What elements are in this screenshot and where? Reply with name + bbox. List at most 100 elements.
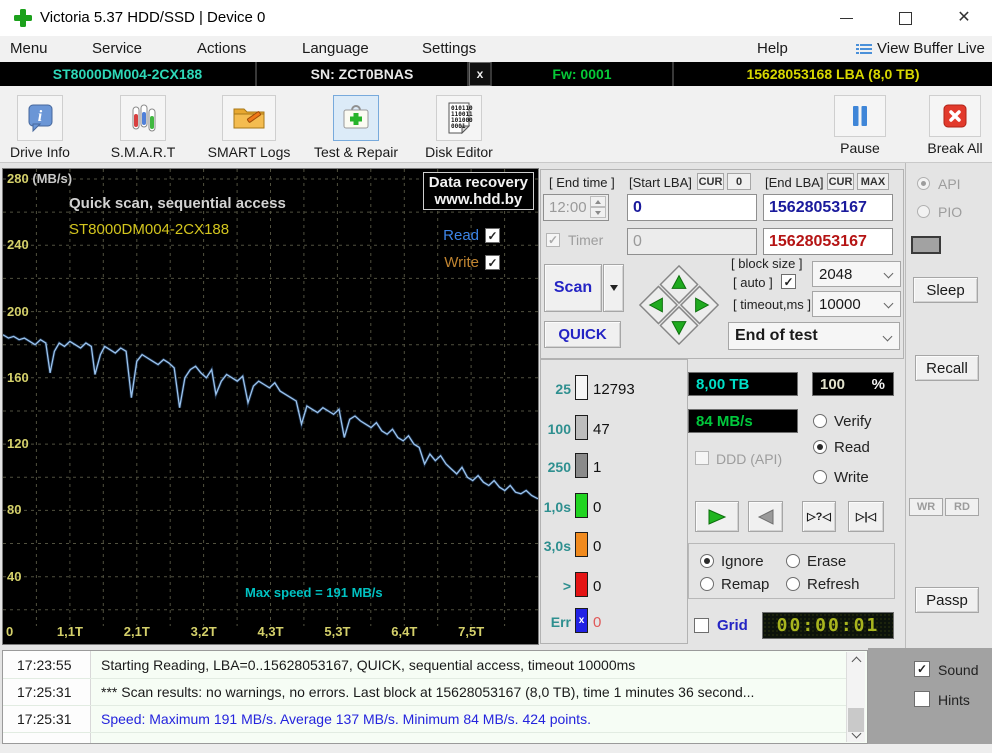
scroll-up-button[interactable] (847, 652, 865, 667)
scan-dropdown-button[interactable] (603, 264, 624, 312)
timeout-value: 10000 (819, 295, 861, 313)
seek-unknown-button[interactable]: ▷?◁ (802, 501, 836, 532)
close-button[interactable]: ✕ (938, 0, 990, 36)
recall-button[interactable]: Recall (915, 355, 979, 381)
verify-radio[interactable] (813, 414, 827, 428)
stat-label: 1,0s (543, 499, 571, 515)
menu-item-actions[interactable]: Actions (197, 40, 246, 57)
speed-display: 84 MB/s (688, 409, 798, 433)
remap-radio[interactable] (700, 577, 714, 591)
start-lba-label: [Start LBA] (629, 175, 692, 190)
device-model: ST8000DM004-2CX188 (0, 62, 257, 86)
scan-button[interactable]: Scan (544, 264, 602, 312)
erase-radio[interactable] (786, 554, 800, 568)
menu-item-menu[interactable]: Menu (10, 40, 48, 57)
quick-button[interactable]: QUICK (544, 321, 621, 348)
read-radio[interactable] (813, 440, 827, 454)
scroll-down-button[interactable] (847, 727, 865, 742)
api-radio[interactable] (917, 177, 930, 190)
device-serial: SN: ZCT0BNAS (257, 62, 469, 86)
read-checkbox[interactable]: ✓ (485, 228, 500, 243)
disk-editor-button[interactable]: 010110 110011 101000 0001 Disk Editor (422, 95, 496, 160)
dpad-control[interactable] (635, 261, 723, 349)
refresh-radio[interactable] (786, 577, 800, 591)
timeout-label: [ timeout,ms ] (733, 297, 812, 312)
log-row: 17:25:31 Speed: Maximum 191 MB/s. Averag… (3, 706, 847, 733)
menu-item-service[interactable]: Service (92, 40, 142, 57)
max-speed-note: Max speed = 191 MB/s (245, 585, 383, 600)
pio-radio[interactable] (917, 205, 930, 218)
smart-logs-label: SMART Logs (207, 144, 291, 160)
stat-swatch (575, 453, 588, 478)
block-size-select[interactable]: 2048 (812, 261, 901, 287)
stat-swatch: x (575, 608, 588, 633)
write-radio[interactable] (813, 470, 827, 484)
test-repair-label: Test & Repair (313, 144, 399, 160)
y-axis-tick: 120 (7, 436, 29, 452)
passp-button[interactable]: Passp (915, 587, 979, 613)
sound-checkbox[interactable]: ✓ (914, 661, 930, 677)
menu-item-settings[interactable]: Settings (422, 40, 476, 57)
end-lba-cur-button[interactable]: CUR (827, 173, 854, 190)
defect-action-group: Ignore Erase Remap Refresh (688, 543, 895, 599)
log-row: 17:25:31 *** Scan results: no warnings, … (3, 679, 847, 706)
read-mode-label: Read (834, 439, 870, 456)
step-back-button[interactable] (748, 501, 783, 532)
stat-count: 12793 (593, 381, 635, 398)
x-axis-tick: 3,2T (190, 624, 217, 639)
svg-text:i: i (38, 108, 43, 125)
ddd-label: DDD (API) (716, 451, 783, 467)
start-lba-input[interactable]: 0 (627, 194, 757, 221)
test-repair-button[interactable]: Test & Repair (308, 95, 404, 160)
menu-item-language[interactable]: Language (302, 40, 369, 57)
auto-checkbox[interactable]: ✓ (781, 274, 796, 289)
wr-button[interactable]: WR (909, 498, 943, 516)
play-icon (708, 508, 727, 525)
end-time-spinner[interactable]: 12:00 (543, 194, 609, 221)
menu-item-help[interactable]: Help (757, 40, 788, 57)
y-axis-tick: 280 (MB/s) (7, 171, 73, 186)
watermark-line2: www.hdd.by (434, 191, 523, 208)
smart-logs-button[interactable]: SMART Logs (203, 95, 295, 160)
y-axis-tick: 240 (7, 237, 29, 253)
app-icon (14, 9, 32, 27)
spinner-up-button[interactable] (590, 196, 606, 207)
log-scrollbar[interactable] (846, 652, 865, 742)
log-time: 17:25:31 (17, 684, 72, 700)
timeout-select[interactable]: 10000 (812, 291, 901, 317)
grid-checkbox[interactable] (694, 618, 709, 633)
start-lba-zero-button[interactable]: 0 (727, 173, 751, 190)
seek-end-button[interactable]: ▷|◁ (848, 501, 884, 532)
end-lba-max-button[interactable]: MAX (857, 173, 889, 190)
end-of-test-select[interactable]: End of test (728, 322, 900, 350)
start-button[interactable] (695, 501, 739, 532)
device-deselect-button[interactable]: x (469, 62, 492, 86)
maximize-button[interactable] (879, 0, 931, 36)
stat-swatch (575, 375, 588, 400)
smart-button[interactable]: S.M.A.R.T (105, 95, 181, 160)
timer-checkbox[interactable]: ✓ (546, 233, 560, 247)
stat-label: Err (550, 614, 571, 630)
rd-button[interactable]: RD (945, 498, 979, 516)
write-checkbox[interactable]: ✓ (485, 255, 500, 270)
pause-button[interactable]: Pause (830, 95, 890, 156)
first-aid-kit-icon (343, 105, 369, 129)
progress-value: 100 (820, 375, 846, 393)
ignore-radio[interactable] (700, 554, 714, 568)
minimize-button[interactable] (820, 0, 872, 36)
verify-label: Verify (834, 413, 872, 430)
device-firmware: Fw: 0001 (492, 62, 674, 86)
window-title: Victoria 5.37 HDD/SSD | Device 0 (40, 9, 266, 26)
spinner-down-button[interactable] (590, 207, 606, 218)
ddd-checkbox[interactable] (695, 451, 709, 465)
view-buffer-live-button[interactable]: View Buffer Live (877, 40, 985, 57)
drive-info-button[interactable]: i Drive Info (4, 95, 76, 160)
sleep-button[interactable]: Sleep (913, 277, 978, 303)
hints-checkbox[interactable] (914, 691, 930, 707)
break-all-button[interactable]: Break All (920, 95, 990, 156)
start-lba-cur-button[interactable]: CUR (697, 173, 724, 190)
watermark: Data recovery www.hdd.by (422, 172, 534, 210)
y-axis-tick: 200 (7, 303, 29, 319)
end-lba-input[interactable]: 15628053167 (763, 194, 893, 221)
seek-unknown-icon: ▷?◁ (807, 511, 831, 523)
